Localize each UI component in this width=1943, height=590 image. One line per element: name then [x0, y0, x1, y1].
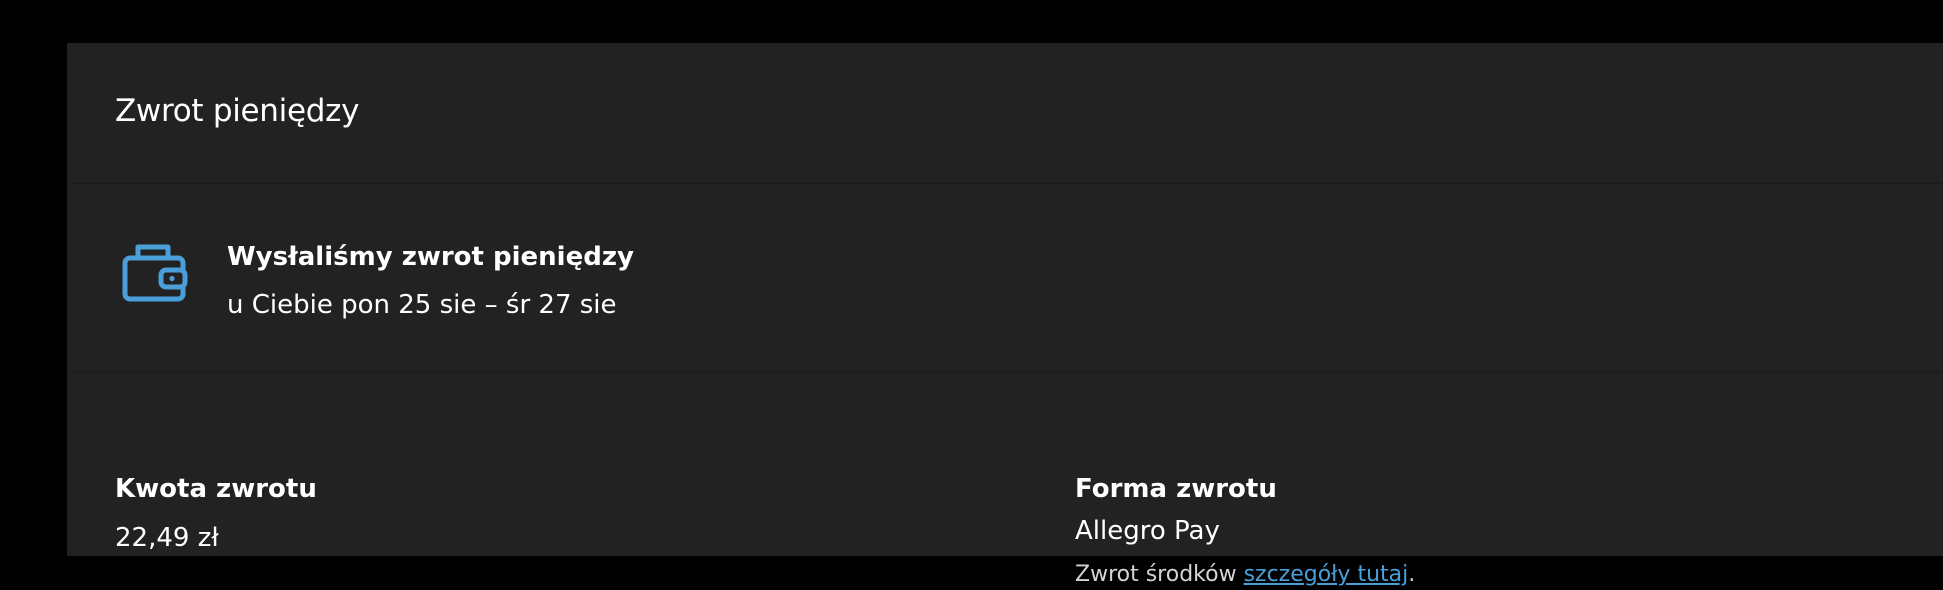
refund-method-value: Allegro Pay [1075, 516, 1220, 546]
refund-delivery-date: u Ciebie pon 25 sie – śr 27 sie [227, 290, 617, 320]
page-background: Zwrot pieniędzy Wysłaliśmy zwrot pienięd… [0, 0, 1943, 587]
refund-amount-label: Kwota zwrotu [115, 474, 317, 504]
refund-details-note: Zwrot środków szczegóły tutaj. [1075, 560, 1415, 590]
card-title: Zwrot pieniędzy [115, 93, 360, 129]
refund-status-heading: Wysłaliśmy zwrot pieniędzy [227, 242, 634, 272]
refund-amount-value: 22,49 zł [115, 523, 219, 553]
card-header: Zwrot pieniędzy [67, 43, 1943, 184]
refund-note-prefix: Zwrot środków [1075, 562, 1244, 587]
refund-method-label: Forma zwrotu [1075, 474, 1277, 504]
details-link[interactable]: szczegóły tutaj [1244, 562, 1409, 587]
wallet-icon [122, 244, 188, 302]
refund-card: Zwrot pieniędzy Wysłaliśmy zwrot pienięd… [67, 43, 1943, 587]
refund-note-suffix: . [1408, 562, 1416, 587]
refund-status-section: Wysłaliśmy zwrot pieniędzy u Ciebie pon … [67, 184, 1943, 373]
refund-details-section: Kwota zwrotu 22,49 zł Forma zwrotu Alleg… [67, 373, 1943, 587]
